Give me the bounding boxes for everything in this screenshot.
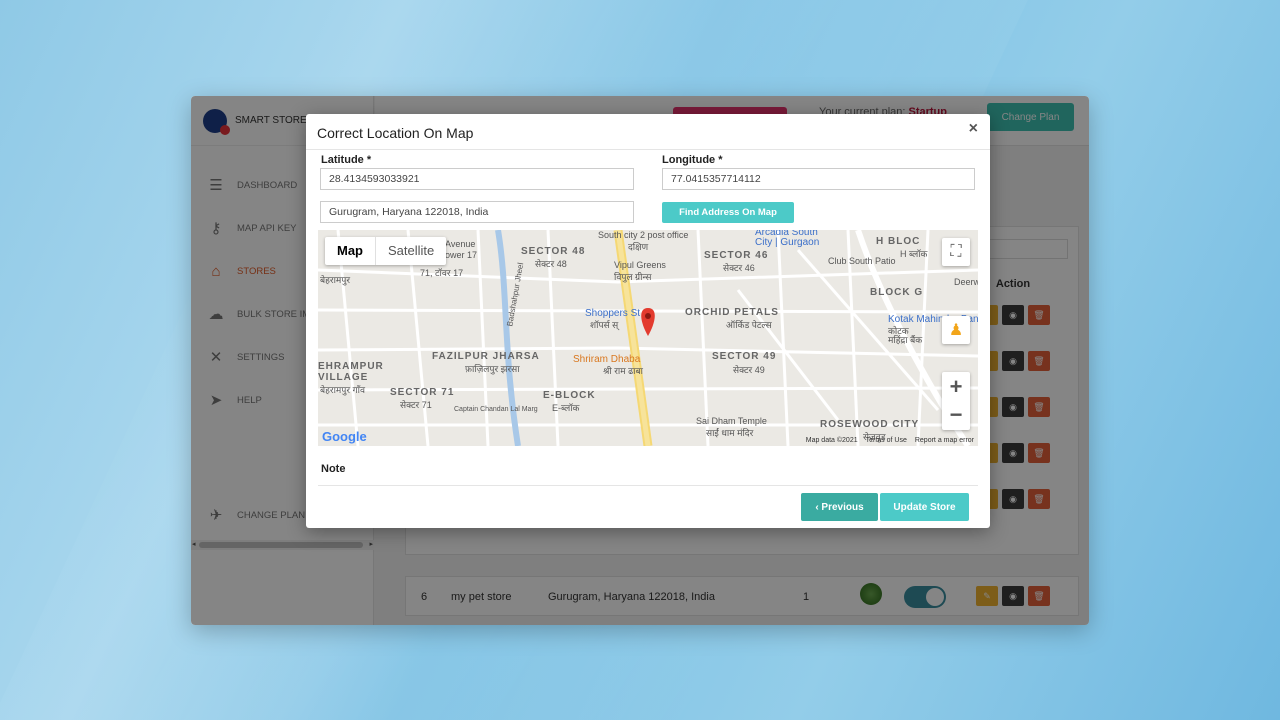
map-label: Avenue	[445, 239, 476, 249]
map-label: शॉपर्स स्	[590, 320, 619, 330]
map-label: ORCHID PETALS	[685, 307, 779, 318]
previous-button[interactable]: ‹ Previous	[801, 493, 878, 521]
modal-header: Correct Location On Map ×	[306, 114, 990, 150]
map-label: बेहरामपुर गाँव	[320, 385, 366, 395]
map-label: बेहरामपुर	[320, 275, 351, 285]
modal-title: Correct Location On Map	[317, 125, 474, 141]
map-label: SECTOR 49	[712, 351, 777, 362]
map-data-credit: Map data ©2021	[805, 437, 858, 444]
map-label: साईं धाम मंदिर	[706, 428, 754, 438]
note-label: Note	[321, 463, 346, 475]
map-label: Vipul Greens	[614, 260, 666, 270]
terms-link[interactable]: Terms of Use	[866, 437, 907, 444]
latitude-input[interactable]	[320, 168, 634, 190]
map-label: सेक्टर 71	[400, 400, 432, 410]
google-logo: Google	[322, 429, 367, 444]
map-label: ower 17	[445, 250, 478, 260]
map-label: SECTOR 71	[390, 387, 455, 398]
map-label: सेक्टर 49	[733, 365, 765, 375]
location-map[interactable]: SECTOR 48 सेक्टर 48 South city 2 post of…	[318, 230, 978, 446]
close-icon[interactable]: ×	[969, 120, 978, 138]
map-label: E-ब्लॉक	[552, 403, 580, 413]
find-address-button[interactable]: Find Address On Map	[662, 202, 794, 223]
map-type-map-button[interactable]: Map	[325, 237, 376, 265]
map-label: FAZILPUR JHARSA	[432, 351, 540, 362]
zoom-control: + −	[942, 372, 970, 430]
map-label: E-BLOCK	[543, 390, 596, 401]
correct-location-modal: Correct Location On Map × Latitude * Lon…	[306, 114, 990, 528]
map-label: SECTOR 48	[521, 246, 586, 257]
zoom-in-icon[interactable]: +	[942, 373, 970, 401]
map-label: सेक्टर 48	[535, 259, 567, 269]
map-label: BLOCK G	[870, 287, 924, 298]
map-label: महिंद्रा बैंक	[888, 335, 923, 345]
map-label: श्री राम ढाबा	[603, 366, 643, 376]
map-label: 71, टॉवर 17	[420, 268, 464, 278]
longitude-input[interactable]	[662, 168, 975, 190]
map-label: H BLOC	[876, 236, 921, 247]
fullscreen-icon[interactable]: ⛶	[942, 238, 970, 266]
map-label: विपुल ग्रीन्स	[614, 272, 652, 282]
note-divider	[318, 485, 978, 486]
map-label: SECTOR 46	[704, 250, 769, 261]
google-logo-text: Google	[322, 429, 367, 444]
report-error-link[interactable]: Report a map error	[915, 437, 974, 444]
map-label: फ़ाज़िलपुर झरसा	[465, 364, 520, 374]
map-label: सेक्टर 46	[723, 263, 755, 273]
map-label: VILLAGE	[318, 372, 369, 383]
longitude-label: Longitude *	[662, 154, 723, 166]
update-store-button[interactable]: Update Store	[880, 493, 969, 521]
map-label: South city 2 post office	[598, 230, 689, 240]
map-label: H ब्लॉक	[900, 249, 928, 259]
zoom-out-icon[interactable]: −	[942, 401, 970, 429]
map-type-satellite-button[interactable]: Satellite	[376, 237, 446, 265]
map-label: ऑर्किड पेटल्स	[726, 320, 772, 330]
map-label: Sai Dham Temple	[696, 416, 767, 426]
map-label: Club South Patio	[828, 256, 896, 266]
address-input[interactable]	[320, 201, 634, 223]
latitude-label: Latitude *	[321, 154, 372, 166]
map-label: दक्षिण	[628, 242, 649, 252]
map-label: Deerw	[954, 277, 978, 287]
map-type-control: Map Satellite	[325, 237, 447, 265]
map-label: City | Gurgaon	[755, 237, 820, 248]
map-footer: Map data ©2021 Terms of Use Report a map…	[806, 437, 974, 444]
pegman-icon[interactable]: ♟	[942, 316, 970, 344]
map-label: ROSEWOOD CITY	[820, 419, 920, 430]
map-label: EHRAMPUR	[318, 361, 384, 372]
map-road-label: Captain Chandan Lal Marg	[454, 406, 538, 413]
